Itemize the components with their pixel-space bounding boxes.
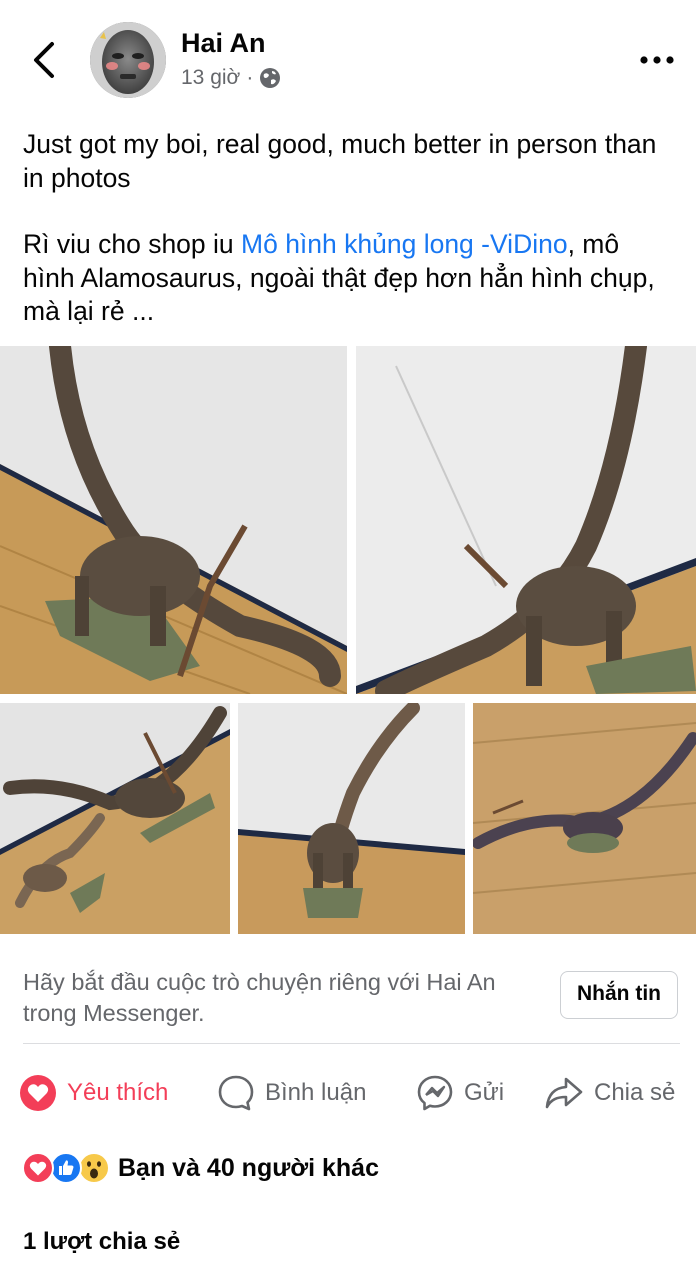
messenger-icon <box>417 1075 453 1111</box>
photo-5[interactable] <box>473 703 696 934</box>
divider <box>23 1043 680 1044</box>
share-button[interactable]: Chia sẻ <box>544 1064 675 1122</box>
comment-label: Bình luận <box>265 1079 367 1106</box>
comment-bubble-icon <box>218 1075 254 1111</box>
share-arrow-icon <box>545 1077 583 1109</box>
heart-filled-icon <box>20 1075 56 1111</box>
like-label: Yêu thích <box>67 1079 169 1106</box>
author-name[interactable]: Hai An <box>181 28 266 59</box>
share-count[interactable]: 1 lượt chia sẻ <box>23 1228 180 1256</box>
love-reaction-icon <box>22 1152 54 1184</box>
photo-grid <box>0 346 696 934</box>
shop-page-link[interactable]: Mô hình khủng long -ViDino <box>241 229 568 259</box>
comment-button[interactable]: Bình luận <box>217 1064 366 1122</box>
messenger-prompt: Hãy bắt đầu cuộc trò chuyện riêng với Ha… <box>0 955 696 1045</box>
send-message-button[interactable]: Nhắn tin <box>560 971 678 1019</box>
wow-reaction-icon <box>78 1152 110 1184</box>
like-reaction-icon <box>50 1152 82 1184</box>
post-paragraph-1: Just got my boi, real good, much better … <box>23 129 657 193</box>
post-meta: 13 giờ · <box>181 66 281 90</box>
post-paragraph-2: Rì viu cho shop iu Mô hình khủng long -V… <box>23 228 675 329</box>
messenger-prompt-text: Hãy bắt đầu cuộc trò chuyện riêng với Ha… <box>23 969 496 1026</box>
back-arrow-icon[interactable] <box>26 38 66 82</box>
meta-separator: · <box>246 66 254 89</box>
send-button[interactable]: Gửi <box>416 1064 504 1122</box>
send-label: Gửi <box>464 1079 505 1106</box>
more-options-icon[interactable] <box>636 50 680 70</box>
paragraph-2-prefix: Rì viu cho shop iu <box>23 229 242 259</box>
photo-2[interactable] <box>356 346 696 694</box>
reaction-summary[interactable]: Bạn và 40 người khác <box>22 1148 379 1188</box>
photo-4[interactable] <box>238 703 465 934</box>
reaction-summary-text: Bạn và 40 người khác <box>118 1153 379 1182</box>
photo-1[interactable] <box>0 346 347 694</box>
like-button[interactable]: Yêu thích <box>19 1064 168 1122</box>
action-bar: Yêu thích Bình luận Gửi Chia sẻ <box>0 1064 696 1122</box>
photo-3[interactable] <box>0 703 230 934</box>
post-body: Just got my boi, real good, much better … <box>23 128 675 329</box>
globe-icon <box>260 68 281 88</box>
post-time[interactable]: 13 giờ <box>181 66 240 90</box>
share-label: Chia sẻ <box>594 1079 676 1106</box>
post-header: Hai An 13 giờ · <box>0 0 696 120</box>
author-avatar[interactable] <box>90 22 166 98</box>
